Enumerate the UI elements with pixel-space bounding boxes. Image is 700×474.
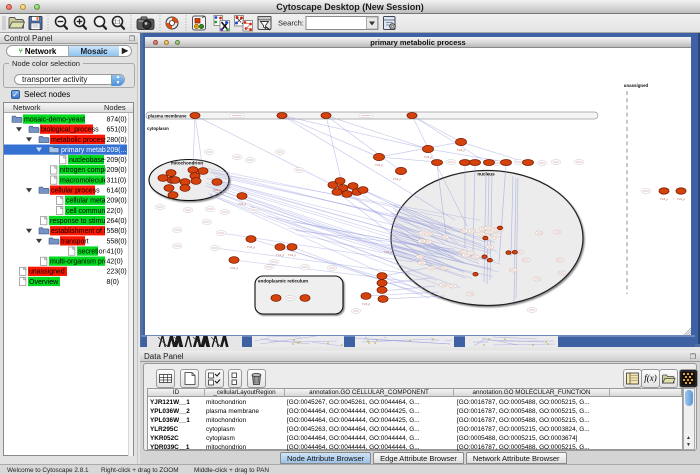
svg-text:unassigned: unassigned xyxy=(29,269,65,276)
svg-text:Overview: Overview xyxy=(29,279,59,286)
svg-text:264(0): 264(0) xyxy=(107,218,127,225)
svg-text:Yxr1_p: Yxr1_p xyxy=(230,266,239,270)
svg-text:Yxr1_p: Yxr1_p xyxy=(167,179,176,183)
svg-text:establishment of lo: establishment of lo xyxy=(51,228,109,235)
svg-text:multi-organism pro: multi-organism pro xyxy=(50,259,108,266)
svg-text:Yxr1_p: Yxr1_p xyxy=(238,202,247,206)
svg-text:Yxr1_p: Yxr1_p xyxy=(457,148,466,152)
svg-text:209(0): 209(0) xyxy=(107,167,127,174)
svg-text:651(0): 651(0) xyxy=(107,127,127,134)
svg-text:209(...: 209(... xyxy=(107,147,127,154)
svg-text:plasma membrane: plasma membrane xyxy=(148,113,187,118)
svg-text:mitochondrion: mitochondrion xyxy=(171,161,203,166)
svg-text:Yxr1_p: Yxr1_p xyxy=(213,188,222,192)
svg-text:558(0): 558(0) xyxy=(107,228,127,235)
svg-text:nucleobase-: nucleobase- xyxy=(69,157,108,164)
svg-text:614(0): 614(0) xyxy=(107,188,127,195)
svg-text:cellular process: cellular process xyxy=(51,188,100,195)
svg-text:mosaic-demo-yeast: mosaic-demo-yeast xyxy=(24,117,85,124)
svg-text:nucleus: nucleus xyxy=(477,172,495,177)
svg-text:42(0): 42(0) xyxy=(107,259,123,266)
svg-text:Yxr1_p: Yxr1_p xyxy=(424,155,433,159)
svg-text:Yxr1_p: Yxr1_p xyxy=(276,253,285,257)
svg-text:558(0): 558(0) xyxy=(107,238,127,245)
svg-text:311(0): 311(0) xyxy=(107,177,127,184)
svg-text:1:1: 1:1 xyxy=(114,20,121,26)
svg-text:223(0): 223(0) xyxy=(107,269,127,276)
svg-text:primary metabo: primary metabo xyxy=(61,147,110,154)
svg-text:Search:: Search: xyxy=(278,19,304,28)
svg-text:8(0): 8(0) xyxy=(107,279,119,286)
svg-text:209(0): 209(0) xyxy=(107,157,127,164)
svg-text:biological_process: biological_process xyxy=(41,127,99,134)
svg-text:Yxr1_p: Yxr1_p xyxy=(660,197,669,201)
svg-text:cytoplasm: cytoplasm xyxy=(147,126,169,131)
svg-text:macromolecule: macromolecule xyxy=(60,177,108,184)
svg-text:41(0): 41(0) xyxy=(107,248,123,255)
svg-text:endoplasmic reticulum: endoplasmic reticulum xyxy=(258,279,308,284)
svg-text:Yxr1_p: Yxr1_p xyxy=(247,245,256,249)
svg-text:nitrogen compo: nitrogen compo xyxy=(60,167,108,174)
svg-text:metabolic process: metabolic process xyxy=(51,137,108,144)
svg-text:Yxr1_p: Yxr1_p xyxy=(384,250,393,254)
svg-text:874(0): 874(0) xyxy=(107,117,127,124)
svg-text:Yxr1_p: Yxr1_p xyxy=(375,163,384,167)
svg-text:transport: transport xyxy=(61,238,89,245)
svg-text:response to stimulu: response to stimulu xyxy=(50,218,111,225)
svg-text:Yxr1_p: Yxr1_p xyxy=(288,253,297,257)
svg-text:Yxr1_p: Yxr1_p xyxy=(393,177,402,181)
svg-text:280(0): 280(0) xyxy=(107,137,127,144)
svg-text:secretion: secretion xyxy=(78,248,107,255)
svg-text:Yxr1_p: Yxr1_p xyxy=(362,302,371,306)
svg-text:unassigned: unassigned xyxy=(624,83,649,88)
svg-text:22(0): 22(0) xyxy=(107,208,123,215)
svg-text:Yxr1_p: Yxr1_p xyxy=(677,197,686,201)
svg-text:209(0): 209(0) xyxy=(107,198,127,205)
